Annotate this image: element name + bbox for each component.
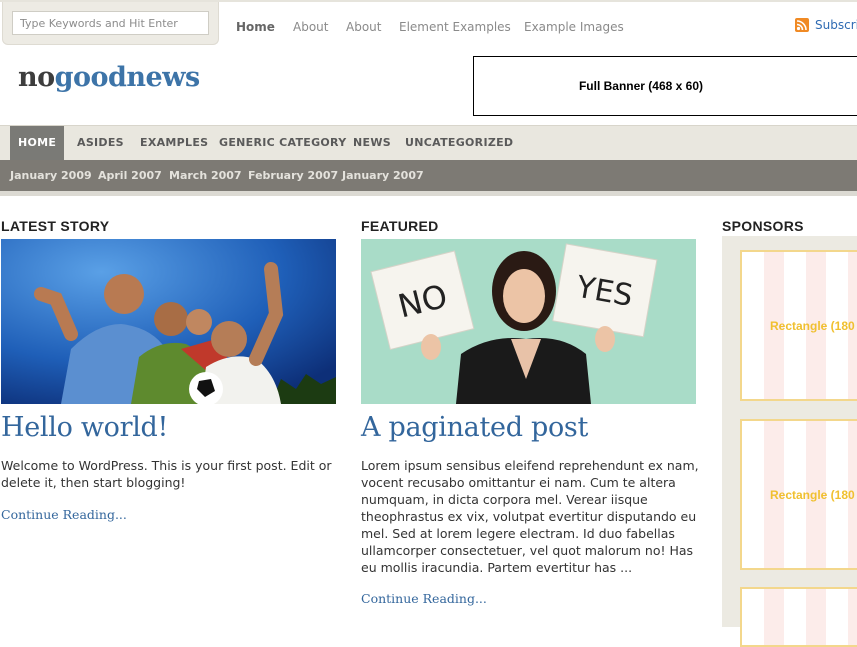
topnav-about[interactable]: About [293, 20, 328, 34]
archive-january-2009[interactable]: January 2009 [10, 160, 92, 191]
search-input[interactable] [12, 11, 209, 35]
topnav-element-examples[interactable]: Element Examples [399, 20, 511, 34]
banner-label: Full Banner (468 x 60) [578, 79, 704, 93]
featured-image[interactable]: NO YES [361, 239, 696, 404]
nav-divider [0, 191, 857, 196]
site-logo[interactable]: nogoodnews [18, 62, 200, 93]
nav-generic-category[interactable]: GENERIC CATEGORY [219, 126, 347, 160]
topnav-example-images[interactable]: Example Images [524, 20, 624, 34]
sponsor-ad-2[interactable]: Rectangle (180 [740, 419, 857, 570]
nav-home[interactable]: HOME [10, 126, 65, 160]
nav-uncategorized[interactable]: UNCATEGORIZED [405, 126, 513, 160]
subscribe-link[interactable]: Subscri [815, 18, 857, 32]
nav-news[interactable]: NEWS [353, 126, 391, 160]
post-title-paginated-post[interactable]: A paginated post [361, 412, 588, 443]
logo-part-blue: goodnews [54, 62, 201, 93]
full-banner-ad[interactable]: Full Banner (468 x 60) [473, 56, 857, 116]
main-navigation: HOME ASIDES EXAMPLES GENERIC CATEGORY NE… [0, 125, 857, 160]
sponsors-sidebar: Rectangle (180 Rectangle (180 [722, 236, 857, 647]
topnav-home[interactable]: Home [236, 20, 275, 34]
rss-icon[interactable] [795, 18, 809, 32]
archive-april-2007[interactable]: April 2007 [98, 160, 162, 191]
sponsor-ad-1[interactable]: Rectangle (180 [740, 250, 857, 401]
latest-story-heading: LATEST STORY [1, 218, 110, 234]
archive-february-2007[interactable]: February 2007 [248, 160, 338, 191]
nav-asides[interactable]: ASIDES [77, 126, 124, 160]
sponsor-ad-3[interactable] [740, 587, 857, 647]
sponsor-ad-2-label: Rectangle (180 [770, 487, 855, 502]
latest-continue-reading-link[interactable]: Continue Reading... [1, 507, 127, 522]
topnav-about-2[interactable]: About [346, 20, 381, 34]
latest-story-image[interactable] [1, 239, 336, 404]
search-box [2, 2, 219, 45]
logo-part-dark: no [18, 62, 55, 93]
post-title-hello-world[interactable]: Hello world! [1, 412, 168, 443]
featured-continue-reading-link[interactable]: Continue Reading... [361, 591, 487, 606]
sponsors-heading: SPONSORS [722, 218, 804, 234]
sponsor-ad-1-label: Rectangle (180 [770, 318, 855, 333]
featured-excerpt: Lorem ipsum sensibus eleifend reprehendu… [361, 458, 699, 575]
nav-examples[interactable]: EXAMPLES [140, 126, 208, 160]
archive-january-2007[interactable]: January 2007 [342, 160, 424, 191]
archive-navigation: January 2009 April 2007 March 2007 Febru… [0, 160, 857, 191]
featured-heading: FEATURED [361, 218, 439, 234]
archive-march-2007[interactable]: March 2007 [169, 160, 242, 191]
latest-story-excerpt: Welcome to WordPress. This is your first… [1, 458, 332, 490]
